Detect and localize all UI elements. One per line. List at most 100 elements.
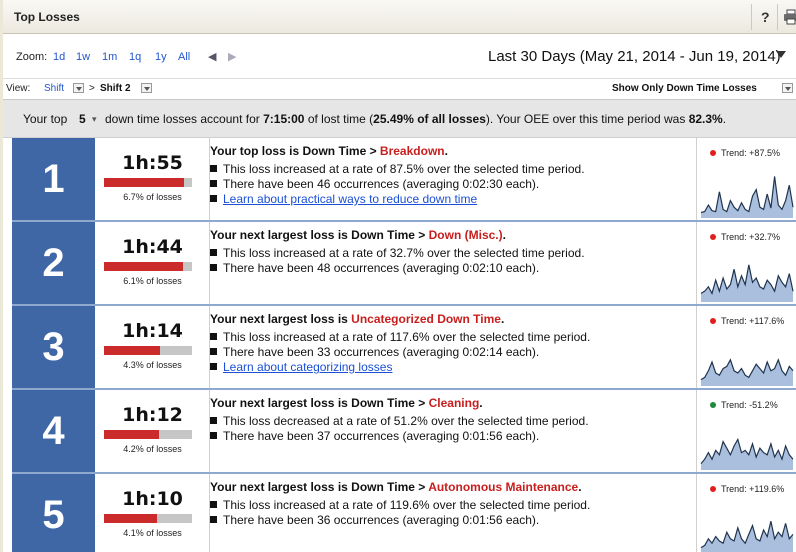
next-period-icon[interactable]: ▶ bbox=[228, 50, 236, 63]
bullet-icon bbox=[210, 363, 217, 370]
loss-detail-line: There have been 36 occurrences (averagin… bbox=[210, 513, 539, 527]
loss-share-label: 4.2% of losses bbox=[123, 444, 182, 454]
trend-panel: Trend: +119.6% bbox=[696, 474, 796, 552]
loss-category-link[interactable]: Cleaning bbox=[429, 396, 480, 410]
date-range-dropdown-icon[interactable] bbox=[776, 51, 786, 58]
header-divider bbox=[777, 4, 778, 30]
zoom-toolbar: Zoom: 1d 1w 1m 1q 1y All ◀ ▶ Last 30 Day… bbox=[3, 34, 796, 79]
loss-duration-box: 1h:14 4.3% of losses bbox=[95, 306, 210, 388]
loss-share-bar bbox=[104, 430, 192, 439]
help-button[interactable]: ? bbox=[761, 9, 770, 25]
prev-period-icon[interactable]: ◀ bbox=[208, 50, 216, 63]
loss-rank: 3 bbox=[12, 306, 95, 388]
view-label: View: bbox=[6, 83, 31, 94]
loss-detail-line: There have been 46 occurrences (averagin… bbox=[210, 177, 539, 191]
zoom-option-all[interactable]: All bbox=[178, 51, 190, 63]
trend-label: Trend: -51.2% bbox=[710, 400, 778, 410]
panel-header: Top Losses ? bbox=[3, 0, 796, 34]
loss-help-link[interactable]: Learn about categorizing losses bbox=[210, 360, 392, 374]
trend-status-dot bbox=[710, 486, 716, 492]
loss-rank: 2 bbox=[12, 222, 95, 304]
view-filter-bar: View: Shift > Shift 2 Show Only Down Tim… bbox=[3, 79, 796, 100]
loss-share-label: 6.1% of losses bbox=[123, 276, 182, 286]
loss-duration: 1h:12 bbox=[122, 404, 183, 426]
zoom-option-1m[interactable]: 1m bbox=[102, 51, 117, 63]
bullet-icon bbox=[210, 516, 217, 523]
date-range-selector[interactable]: Last 30 Days (May 21, 2014 - Jun 19, 201… bbox=[488, 48, 781, 65]
loss-rank: 1 bbox=[12, 138, 95, 220]
loss-row: 4 1h:12 4.2% of losses Your next largest… bbox=[12, 390, 796, 472]
loss-row: 5 1h:10 4.1% of losses Your next largest… bbox=[12, 474, 796, 552]
loss-help-link[interactable]: Learn about practical ways to reduce dow… bbox=[210, 192, 477, 206]
bullet-icon bbox=[210, 432, 217, 439]
loss-detail-line: There have been 33 occurrences (averagin… bbox=[210, 345, 539, 359]
shift-2-dropdown-icon[interactable] bbox=[141, 83, 152, 93]
loss-share-label: 6.7% of losses bbox=[123, 192, 182, 202]
panel-title: Top Losses bbox=[14, 10, 80, 24]
loss-category-link[interactable]: Down (Misc.) bbox=[429, 228, 503, 242]
zoom-option-1d[interactable]: 1d bbox=[53, 51, 65, 63]
print-icon[interactable] bbox=[783, 9, 796, 25]
loss-detail-line: There have been 48 occurrences (averagin… bbox=[210, 261, 539, 275]
loss-headline: Your next largest loss is Down Time > Au… bbox=[210, 480, 582, 494]
loss-headline: Your top loss is Down Time > Breakdown. bbox=[210, 144, 448, 158]
loss-share-label: 4.3% of losses bbox=[123, 360, 182, 370]
loss-headline: Your next largest loss is Uncategorized … bbox=[210, 312, 505, 326]
bullet-icon bbox=[210, 195, 217, 202]
trend-label: Trend: +32.7% bbox=[710, 232, 780, 242]
zoom-option-1y[interactable]: 1y bbox=[155, 51, 167, 63]
summary-prefix: Your top bbox=[23, 112, 68, 126]
loss-category-link[interactable]: Breakdown bbox=[380, 144, 445, 158]
loss-description: Your top loss is Down Time > Breakdown. … bbox=[210, 138, 696, 220]
trend-panel: Trend: +117.6% bbox=[696, 306, 796, 388]
sparkline-area bbox=[701, 521, 793, 552]
bullet-icon bbox=[210, 180, 217, 187]
down-time-filter[interactable]: Show Only Down Time Losses bbox=[612, 83, 757, 94]
loss-share-bar bbox=[104, 514, 192, 523]
loss-share-bar-fill bbox=[104, 346, 160, 355]
loss-description: Your next largest loss is Down Time > Cl… bbox=[210, 390, 696, 472]
view-selector-shift-2[interactable]: Shift 2 bbox=[100, 83, 131, 94]
trend-label: Trend: +117.6% bbox=[710, 316, 784, 326]
loss-description: Your next largest loss is Down Time > Au… bbox=[210, 474, 696, 552]
loss-share-bar-fill bbox=[104, 430, 159, 439]
loss-rank: 4 bbox=[12, 390, 95, 472]
loss-description: Your next largest loss is Down Time > Do… bbox=[210, 222, 696, 304]
trend-label: Trend: +119.6% bbox=[710, 484, 784, 494]
down-time-filter-dropdown-icon[interactable] bbox=[782, 83, 793, 93]
loss-duration: 1h:10 bbox=[122, 488, 183, 510]
loss-share-bar bbox=[104, 262, 192, 271]
loss-duration: 1h:55 bbox=[122, 152, 183, 174]
loss-row: 1 1h:55 6.7% of losses Your top loss is … bbox=[12, 138, 796, 220]
loss-share-bar-fill bbox=[104, 514, 157, 523]
loss-duration-box: 1h:44 6.1% of losses bbox=[95, 222, 210, 304]
zoom-option-1q[interactable]: 1q bbox=[129, 51, 141, 63]
trend-status-dot bbox=[710, 318, 716, 324]
trend-sparkline bbox=[700, 264, 794, 302]
loss-share-bar-fill bbox=[104, 262, 183, 271]
summary-bar: Your top 5 ▾ down time losses account fo… bbox=[3, 100, 796, 138]
bullet-icon bbox=[210, 249, 217, 256]
shift-dropdown-icon[interactable] bbox=[73, 83, 84, 93]
trend-sparkline bbox=[700, 176, 794, 218]
top-n-selector[interactable]: 5 bbox=[79, 112, 86, 126]
header-divider bbox=[751, 4, 752, 30]
zoom-label: Zoom: bbox=[16, 51, 48, 63]
bullet-icon bbox=[210, 333, 217, 340]
loss-share-label: 4.1% of losses bbox=[123, 528, 182, 538]
trend-status-dot bbox=[710, 234, 716, 240]
loss-duration: 1h:44 bbox=[122, 236, 183, 258]
trend-panel: Trend: +87.5% bbox=[696, 138, 796, 220]
view-selector-shift[interactable]: Shift bbox=[44, 83, 64, 94]
bullet-icon bbox=[210, 264, 217, 271]
zoom-option-1w[interactable]: 1w bbox=[76, 51, 90, 63]
loss-category-link[interactable]: Autonomous Maintenance bbox=[428, 480, 578, 494]
loss-duration-box: 1h:55 6.7% of losses bbox=[95, 138, 210, 220]
loss-category-link[interactable]: Uncategorized Down Time bbox=[351, 312, 501, 326]
breadcrumb-separator: > bbox=[89, 83, 95, 94]
top-n-dropdown-icon[interactable]: ▾ bbox=[92, 114, 97, 125]
loss-description: Your next largest loss is Uncategorized … bbox=[210, 306, 696, 388]
trend-status-dot bbox=[710, 150, 716, 156]
summary-text: down time losses account for 7:15:00 of … bbox=[105, 112, 727, 126]
bullet-icon bbox=[210, 165, 217, 172]
